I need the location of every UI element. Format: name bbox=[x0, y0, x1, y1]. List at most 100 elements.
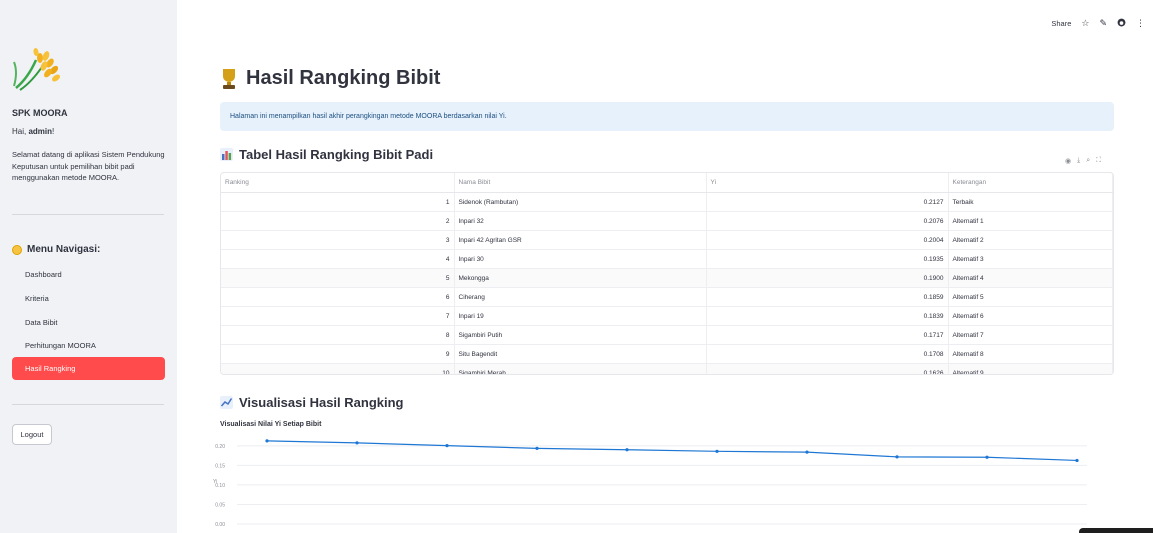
cell-ranking[interactable]: 4 bbox=[221, 249, 455, 269]
nav-item-hasil-rangking[interactable]: Hasil Rangking bbox=[12, 357, 165, 380]
cell-keterangan[interactable]: Alternatif 5 bbox=[948, 287, 1113, 307]
cell-ranking[interactable]: 7 bbox=[221, 306, 455, 326]
data-point bbox=[625, 448, 629, 452]
fullscreen-icon[interactable]: ⛶ bbox=[1096, 157, 1101, 165]
cell-ranking[interactable]: 8 bbox=[221, 325, 455, 345]
cell-yi[interactable]: 0.2076 bbox=[706, 211, 949, 231]
cell-keterangan[interactable]: Alternatif 8 bbox=[948, 344, 1113, 364]
cell-yi[interactable]: 0.2004 bbox=[706, 230, 949, 250]
chart-subtitle: Visualisasi Nilai Yi Setiap Bibit bbox=[220, 421, 322, 428]
cell-keterangan[interactable]: Alternatif 9 bbox=[948, 363, 1113, 374]
cell-yi[interactable]: 0.1839 bbox=[706, 306, 949, 326]
compass-icon bbox=[12, 244, 22, 255]
data-point bbox=[355, 441, 359, 445]
cell-yi[interactable]: 0.2127 bbox=[706, 192, 949, 212]
header-yi[interactable]: Yi bbox=[706, 173, 949, 193]
cell-ranking[interactable]: 10 bbox=[221, 363, 455, 374]
y-tick-label: 0.05 bbox=[215, 502, 225, 508]
cell-ranking[interactable]: 1 bbox=[221, 192, 455, 212]
logout-button[interactable]: Logout bbox=[12, 424, 52, 445]
data-point bbox=[985, 455, 989, 459]
info-box: Halaman ini menampilkan hasil akhir pera… bbox=[220, 102, 1114, 131]
cell-keterangan[interactable]: Alternatif 2 bbox=[948, 230, 1113, 250]
cell-nama-bibit[interactable]: Sigambiri Putih bbox=[454, 325, 707, 345]
trophy-icon bbox=[223, 68, 235, 89]
cell-nama-bibit[interactable]: Mekongga bbox=[454, 268, 707, 288]
chart-section-title-text: Visualisasi Hasil Rangking bbox=[239, 395, 404, 410]
cell-yi[interactable]: 0.1935 bbox=[706, 249, 949, 269]
page-title-text: Hasil Rangking Bibit bbox=[246, 67, 441, 89]
table-toolbar: ◉ ⤓ ⌕ ⛶ bbox=[1065, 157, 1101, 165]
header-keterangan[interactable]: Keterangan bbox=[948, 173, 1113, 193]
cell-nama-bibit[interactable]: Ciherang bbox=[454, 287, 707, 307]
table-row[interactable]: 8 Sigambiri Putih 0.1717 Alternatif 7 bbox=[221, 325, 1113, 345]
cell-ranking[interactable]: 5 bbox=[221, 268, 455, 288]
cell-keterangan[interactable]: Alternatif 4 bbox=[948, 268, 1113, 288]
cell-nama-bibit[interactable]: Situ Bagendit bbox=[454, 344, 707, 364]
table-row[interactable]: 4 Inpari 30 0.1935 Alternatif 3 bbox=[221, 249, 1113, 269]
cell-keterangan[interactable]: Terbaik bbox=[948, 192, 1113, 212]
nav-item-perhitungan-moora[interactable]: Perhitungan MOORA bbox=[12, 334, 165, 357]
cell-yi[interactable]: 0.1717 bbox=[706, 325, 949, 345]
greeting-suffix: ! bbox=[52, 127, 55, 136]
cell-nama-bibit[interactable]: Sigambiri Merah bbox=[454, 363, 707, 374]
header-nama-bibit[interactable]: Nama Bibit bbox=[454, 173, 707, 193]
nav-item-kriteria[interactable]: Kriteria bbox=[12, 287, 165, 310]
app-name: SPK MOORA bbox=[12, 108, 68, 118]
data-point bbox=[715, 449, 719, 453]
bar-chart-icon bbox=[220, 148, 233, 161]
data-point bbox=[535, 446, 539, 450]
eye-icon[interactable]: ◉ bbox=[1065, 157, 1071, 165]
data-point bbox=[445, 444, 449, 448]
nav-item-data-bibit[interactable]: Data Bibit bbox=[12, 311, 165, 334]
header-ranking[interactable]: Ranking bbox=[221, 173, 455, 193]
cell-keterangan[interactable]: Alternatif 6 bbox=[948, 306, 1113, 326]
ranking-table[interactable]: Ranking Nama Bibit Yi Keterangan 1 Sideno… bbox=[220, 172, 1114, 375]
table-row[interactable]: 2 Inpari 32 0.2076 Alternatif 1 bbox=[221, 211, 1113, 231]
nav-item-dashboard[interactable]: Dashboard bbox=[12, 263, 165, 286]
greeting: Hai, admin! bbox=[12, 127, 54, 136]
y-axis-label: Yi bbox=[213, 479, 217, 485]
cell-nama-bibit[interactable]: Inpari 30 bbox=[454, 249, 707, 269]
table-section-title: Tabel Hasil Rangking Bibit Padi bbox=[220, 147, 433, 162]
table-row[interactable]: 7 Inpari 19 0.1839 Alternatif 6 bbox=[221, 306, 1113, 326]
cell-ranking[interactable]: 9 bbox=[221, 344, 455, 364]
cell-nama-bibit[interactable]: Inpari 32 bbox=[454, 211, 707, 231]
download-icon[interactable]: ⤓ bbox=[1077, 157, 1080, 165]
cell-ranking[interactable]: 2 bbox=[221, 211, 455, 231]
cell-yi[interactable]: 0.1900 bbox=[706, 268, 949, 288]
username: admin bbox=[28, 127, 53, 136]
cell-yi[interactable]: 0.1626 bbox=[706, 363, 949, 374]
data-point bbox=[805, 450, 809, 454]
cell-ranking[interactable]: 3 bbox=[221, 230, 455, 250]
welcome-text: Selamat datang di aplikasi Sistem Penduk… bbox=[12, 150, 165, 182]
cell-yi[interactable]: 0.1859 bbox=[706, 287, 949, 307]
status-widget bbox=[1079, 528, 1153, 533]
rice-logo-icon bbox=[13, 48, 61, 91]
cell-ranking[interactable]: 6 bbox=[221, 287, 455, 307]
y-tick-label: 0.20 bbox=[215, 444, 225, 450]
data-point bbox=[1075, 458, 1079, 463]
cell-keterangan[interactable]: Alternatif 1 bbox=[948, 211, 1113, 231]
cell-keterangan[interactable]: Alternatif 7 bbox=[948, 325, 1113, 345]
yi-line-chart: 0.200.150.100.050.00Yi bbox=[213, 439, 1087, 528]
table-row[interactable]: 6 Ciherang 0.1859 Alternatif 5 bbox=[221, 287, 1113, 307]
cell-nama-bibit[interactable]: Sidenok (Rambutan) bbox=[454, 192, 707, 212]
cell-nama-bibit[interactable]: Inpari 19 bbox=[454, 306, 707, 326]
table-row[interactable]: 10 Sigambiri Merah 0.1626 Alternatif 9 bbox=[221, 363, 1113, 374]
cell-nama-bibit[interactable]: Inpari 42 Agritan GSR bbox=[454, 230, 707, 250]
menu-title: Menu Navigasi: bbox=[12, 244, 100, 255]
y-tick-label: 0.00 bbox=[215, 522, 225, 528]
line-chart-icon bbox=[220, 396, 233, 409]
table-row[interactable]: 3 Inpari 42 Agritan GSR 0.2004 Alternatif 2 bbox=[221, 230, 1113, 250]
sidebar-divider bbox=[12, 214, 164, 215]
data-point bbox=[895, 455, 899, 459]
table-row[interactable]: 5 Mekongga 0.1900 Alternatif 4 bbox=[221, 268, 1113, 288]
data-point bbox=[265, 439, 269, 443]
cell-yi[interactable]: 0.1708 bbox=[706, 344, 949, 364]
search-icon[interactable]: ⌕ bbox=[1086, 157, 1090, 165]
table-header-row: Ranking Nama Bibit Yi Keterangan bbox=[221, 173, 1113, 193]
table-row[interactable]: 9 Situ Bagendit 0.1708 Alternatif 8 bbox=[221, 344, 1113, 364]
table-row[interactable]: 1 Sidenok (Rambutan) 0.2127 Terbaik bbox=[221, 192, 1113, 212]
cell-keterangan[interactable]: Alternatif 3 bbox=[948, 249, 1113, 269]
